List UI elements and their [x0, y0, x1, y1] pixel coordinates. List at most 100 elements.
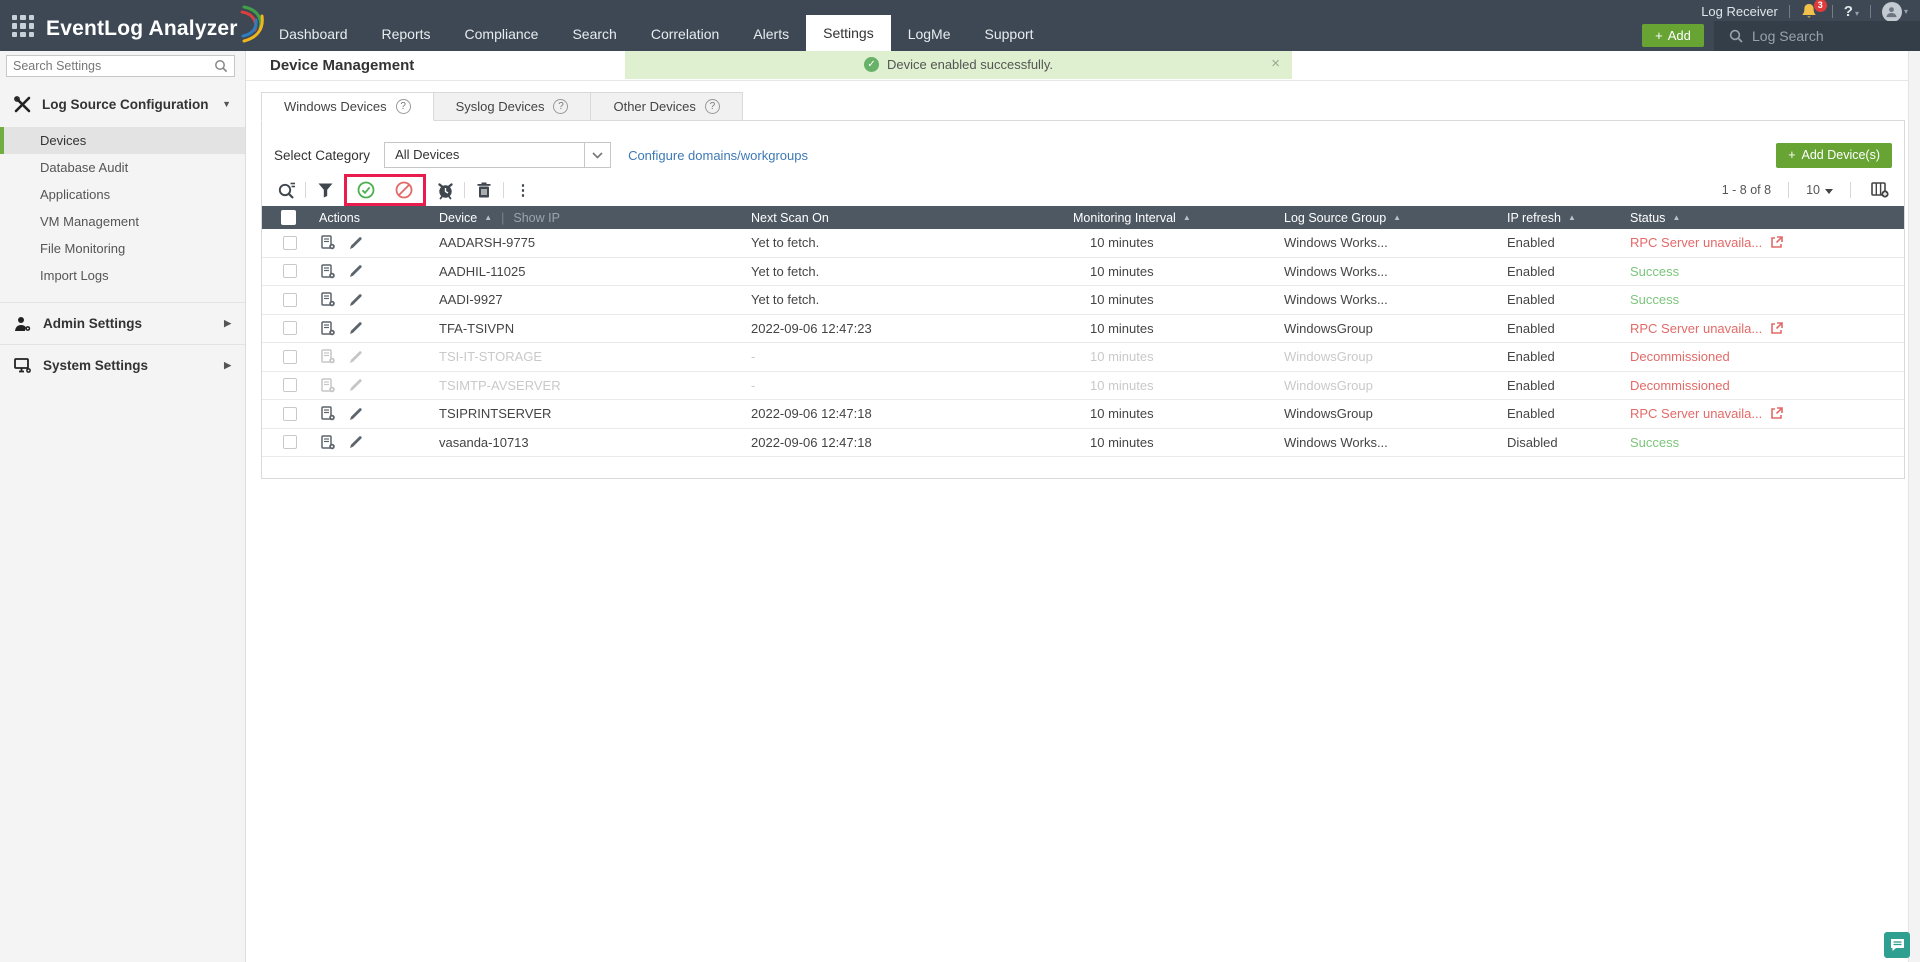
row-checkbox[interactable] [283, 292, 297, 307]
advanced-search-icon[interactable] [274, 178, 298, 202]
sidebar-section-log-source-configuration[interactable]: Log Source Configuration ▼ [0, 87, 245, 121]
row-checkbox[interactable] [283, 349, 297, 364]
help-icon[interactable]: ? [553, 99, 569, 114]
external-link-icon[interactable] [1770, 407, 1784, 420]
column-device[interactable]: Device [439, 211, 477, 225]
sidebar-item-applications[interactable]: Applications [0, 181, 245, 208]
toast-close-icon[interactable]: × [1271, 49, 1280, 79]
table-row: TFA-TSIVPN 2022-09-06 12:47:23 10 minute… [262, 315, 1904, 343]
nav-item-alerts[interactable]: Alerts [736, 18, 806, 51]
sidebar-item-import-logs[interactable]: Import Logs [0, 262, 245, 289]
edit-device-icon[interactable] [349, 236, 363, 250]
status-value[interactable]: RPC Server unavaila... [1630, 235, 1762, 250]
configure-device-icon[interactable] [321, 349, 335, 364]
chat-widget-icon[interactable] [1884, 932, 1910, 958]
edit-device-icon[interactable] [349, 407, 363, 421]
external-link-icon[interactable] [1770, 236, 1784, 249]
filter-icon[interactable] [313, 178, 337, 202]
page-size-select[interactable]: 10 [1806, 183, 1833, 197]
sidebar-item-devices[interactable]: Devices [0, 127, 245, 154]
more-options-icon[interactable]: ⋮ [511, 178, 535, 202]
admin-user-gear-icon [15, 316, 31, 331]
configure-domains-link[interactable]: Configure domains/workgroups [628, 148, 808, 163]
select-all-checkbox[interactable] [281, 210, 296, 225]
column-monitoring-interval[interactable]: Monitoring Interval [1073, 211, 1176, 225]
main-content: Device Management ✓ Device enabled succe… [246, 49, 1920, 962]
category-selected-value: All Devices [395, 147, 460, 162]
status-value[interactable]: Success [1630, 292, 1679, 307]
vertical-scrollbar[interactable] [1908, 51, 1920, 962]
row-checkbox[interactable] [283, 235, 297, 250]
tab-syslog-devices[interactable]: Syslog Devices ? [433, 92, 592, 121]
external-link-icon[interactable] [1770, 321, 1784, 335]
status-value[interactable]: Success [1630, 264, 1679, 279]
log-receiver-link[interactable]: Log Receiver [1701, 4, 1778, 19]
sidebar-item-vm-management[interactable]: VM Management [0, 208, 245, 235]
delete-icon[interactable] [472, 178, 496, 202]
edit-device-icon[interactable] [349, 264, 363, 278]
row-checkbox[interactable] [283, 406, 297, 421]
next-scan-value: Yet to fetch. [751, 292, 820, 308]
help-icon[interactable]: ? [704, 99, 720, 114]
user-menu[interactable]: ▾ [1881, 1, 1908, 22]
category-select[interactable]: All Devices [384, 142, 612, 168]
sidebar-item-database-audit[interactable]: Database Audit [0, 154, 245, 181]
status-value[interactable]: Decommissioned [1630, 378, 1730, 393]
log-search-button[interactable]: Log Search [1714, 21, 1920, 51]
status-value[interactable]: RPC Server unavaila... [1630, 321, 1762, 336]
column-chooser-icon[interactable] [1868, 178, 1892, 202]
add-button[interactable]: + Add [1642, 24, 1704, 47]
nav-item-settings[interactable]: Settings [806, 15, 891, 51]
show-ip-toggle[interactable]: Show IP [513, 211, 560, 225]
column-log-source-group[interactable]: Log Source Group [1284, 211, 1386, 225]
configure-device-icon[interactable] [321, 406, 335, 421]
nav-item-compliance[interactable]: Compliance [448, 18, 556, 51]
row-checkbox[interactable] [283, 321, 297, 336]
edit-device-icon[interactable] [349, 435, 363, 449]
add-devices-button[interactable]: + Add Device(s) [1776, 142, 1892, 168]
tab-other-devices[interactable]: Other Devices ? [591, 92, 743, 121]
column-status[interactable]: Status [1630, 211, 1665, 225]
configure-device-icon[interactable] [321, 435, 335, 450]
enable-device-icon[interactable] [354, 178, 378, 202]
configure-device-icon[interactable] [321, 378, 335, 393]
edit-device-icon[interactable] [349, 293, 363, 307]
column-ip-refresh[interactable]: IP refresh [1507, 211, 1561, 225]
help-menu[interactable]: ? ▾ [1844, 3, 1859, 20]
nav-item-reports[interactable]: Reports [365, 18, 448, 51]
ip-refresh-value: Enabled [1507, 349, 1555, 365]
sidebar-item-file-monitoring[interactable]: File Monitoring [0, 235, 245, 262]
nav-item-support[interactable]: Support [968, 18, 1051, 51]
status-value[interactable]: Success [1630, 435, 1679, 450]
configure-device-icon[interactable] [321, 235, 335, 250]
nav-item-dashboard[interactable]: Dashboard [262, 18, 365, 51]
status-value[interactable]: Decommissioned [1630, 349, 1730, 364]
device-tabs: Windows Devices ? Syslog Devices ? Other… [261, 92, 1905, 121]
row-checkbox[interactable] [283, 435, 297, 450]
configure-device-icon[interactable] [321, 292, 335, 307]
brand-logo[interactable]: EventLog Analyzer [46, 5, 266, 50]
edit-device-icon[interactable] [349, 321, 363, 335]
configure-device-icon[interactable] [321, 264, 335, 279]
apps-grid-icon[interactable] [12, 15, 34, 37]
status-value[interactable]: RPC Server unavaila... [1630, 406, 1762, 421]
nav-item-correlation[interactable]: Correlation [634, 18, 736, 51]
configure-device-icon[interactable] [321, 321, 335, 336]
nav-item-search[interactable]: Search [555, 18, 633, 51]
sidebar-section-admin-settings[interactable]: Admin Settings ▶ [0, 302, 245, 344]
chevron-down-icon: ▾ [1854, 9, 1859, 18]
alarm-clock-icon[interactable] [433, 178, 457, 202]
edit-device-icon[interactable] [349, 350, 363, 364]
search-settings-input[interactable] [7, 59, 214, 73]
edit-device-icon[interactable] [349, 378, 363, 392]
sidebar-section-system-settings[interactable]: System Settings ▶ [0, 344, 245, 386]
chevron-down-icon [592, 151, 603, 159]
row-checkbox[interactable] [283, 264, 297, 279]
enable-disable-highlight-box [344, 174, 426, 206]
row-checkbox[interactable] [283, 378, 297, 393]
nav-item-logme[interactable]: LogMe [891, 18, 968, 51]
disable-device-icon[interactable] [392, 178, 416, 202]
tab-windows-devices[interactable]: Windows Devices ? [261, 92, 434, 121]
notifications-bell-icon[interactable]: 3 [1801, 0, 1827, 21]
help-icon[interactable]: ? [395, 99, 411, 114]
